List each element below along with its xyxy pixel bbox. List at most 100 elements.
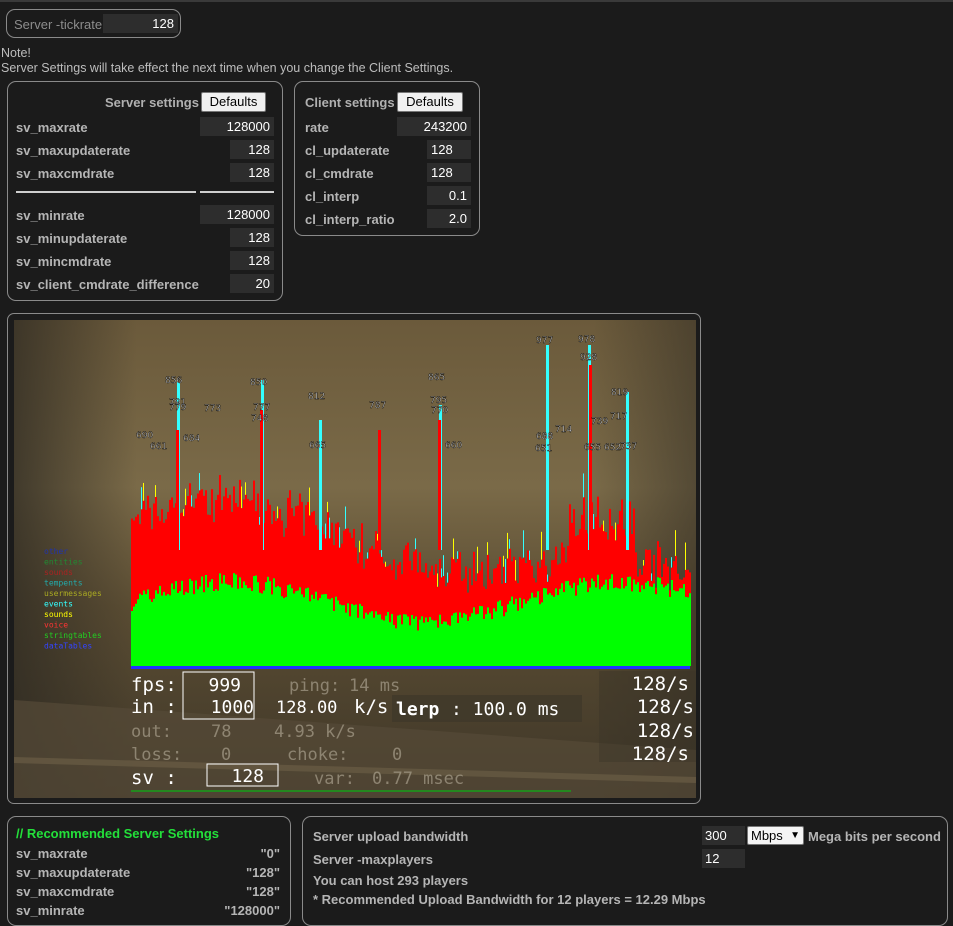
netgraph-legend-item: events (44, 600, 73, 609)
netgraph-peak-label: 773 (204, 404, 221, 414)
recommended-bandwidth-text: * Recommended Upload Bandwidth for 12 pl… (313, 892, 706, 907)
recommended-value-sv-maxcmdrate: "128" (245, 884, 280, 899)
sv-minrate-input[interactable]: 128000 (200, 205, 274, 224)
netgraph-legend-item: stringtables (44, 631, 102, 640)
upload-bandwidth-label: Server upload bandwidth (313, 829, 469, 844)
cl-cmdrate-input[interactable]: 128 (427, 163, 471, 182)
maxplayers-label: Server -maxplayers (313, 852, 433, 867)
cl-updaterate-input[interactable]: 128 (427, 140, 471, 159)
setting-label-sv-maxupdaterate: sv_maxupdaterate (16, 143, 131, 158)
separator-right (200, 191, 274, 193)
sv-minupdaterate-input[interactable]: 128 (230, 228, 274, 247)
recommended-label-sv-minrate: sv_minrate (16, 903, 85, 918)
setting-label-cl-interp: cl_interp (305, 189, 360, 204)
maxplayers-input[interactable]: 12 (702, 849, 745, 868)
netgraph-peak-label: 777 (253, 403, 270, 413)
netgraph-legend-item: voice (44, 621, 68, 630)
fps-value: 999 (208, 675, 241, 696)
bandwidth-unit-description: Mega bits per second (808, 829, 941, 844)
sv-maxcmdrate-input[interactable]: 128 (230, 163, 274, 182)
netgraph-peak-label: 795 (430, 396, 447, 406)
ping-value: 14 ms (349, 676, 400, 696)
loss-label: loss: (131, 745, 182, 765)
netgraph-svg: 856 850812787865977 978928819791779 773 7777… (14, 320, 696, 798)
netgraph-peak-label: 651 (535, 444, 552, 454)
rate-input[interactable]: 243200 (397, 117, 471, 136)
cl-interp-input[interactable]: 0.1 (427, 186, 471, 205)
netgraph-baseline (131, 666, 690, 669)
recommended-title: // Recommended Server Settings (16, 826, 220, 841)
in-kbs-value: 128.00 (276, 698, 337, 718)
netgraph-legend-item: dataTables (44, 642, 92, 651)
var-label: var: (314, 769, 355, 789)
netgraph-legend-item: tempents (44, 579, 83, 588)
netgraph-peak-label: 748 (251, 414, 268, 424)
bandwidth-unit-select[interactable]: Mbps ▼ (747, 826, 804, 845)
setting-label-sv-mincmdrate: sv_mincmdrate (16, 254, 112, 269)
netgraph-peak-label: 856 (165, 376, 182, 386)
setting-label-sv-maxcmdrate: sv_maxcmdrate (16, 166, 115, 181)
out-kbs-value: 4.93 k/s (274, 722, 356, 742)
rate-readout-1: 128/s (632, 673, 689, 695)
setting-label-cl-interp-ratio: cl_interp_ratio (305, 212, 395, 227)
netgraph-peak-label: 819 (611, 388, 628, 398)
bandwidth-unit-value: Mbps (751, 828, 783, 843)
netgraph-peak-label: 655 (584, 443, 601, 453)
netgraph-peak-label: 928 (580, 353, 597, 363)
netgraph-peak-label: 779 (169, 403, 186, 413)
netgraph-peak-label: 652 (604, 443, 621, 453)
lerp-label: lerp (396, 699, 440, 720)
netgraph-peak-label: 717 (610, 412, 627, 422)
tickrate-field-group: Server -tickrate 128 (6, 9, 181, 38)
setting-label-sv-minrate: sv_minrate (16, 208, 85, 223)
netgraph-peak-label: 690 (136, 431, 153, 441)
in-value: 1000 (211, 697, 254, 718)
top-divider (0, 0, 953, 2)
rate-readout-4: 128/s (632, 743, 689, 765)
server-defaults-button[interactable]: Defaults (201, 92, 266, 112)
netgraph-peak-label: 739 (591, 417, 608, 427)
cl-interp-ratio-input[interactable]: 2.0 (427, 209, 471, 228)
netgraph-peak-label: 977 (536, 336, 553, 346)
setting-label-sv-minupdaterate: sv_minupdaterate (16, 231, 128, 246)
tickrate-label: Server -tickrate (14, 17, 103, 32)
note-heading: Note! (1, 46, 31, 60)
rate-readout-3: 128/s (637, 720, 694, 742)
choke-label: choke: (287, 745, 348, 765)
kbs-unit: k/s (354, 696, 388, 718)
client-settings-panel: Client settings Defaults rate 243200 cl_… (294, 81, 480, 236)
netgraph-peak-label: 688 (536, 432, 553, 442)
netgraph-peak-label: 850 (250, 378, 267, 388)
netgraph-peak-label: 661 (150, 442, 167, 452)
netgraph-peak-label: 770 (431, 406, 448, 416)
netgraph-peak-label: 787 (369, 401, 386, 411)
out-value: 78 (211, 722, 231, 742)
client-defaults-button[interactable]: Defaults (397, 92, 463, 112)
client-settings-title: Client settings (305, 95, 395, 110)
sv-mincmdrate-input[interactable]: 128 (230, 251, 274, 270)
ping-label: ping: (289, 676, 340, 696)
netgraph-legend-item: sounds (44, 568, 73, 577)
netgraph-legend-item: other (44, 547, 68, 556)
bandwidth-panel: Server upload bandwidth 300 Mbps ▼ Mega … (302, 816, 948, 926)
loss-value: 0 (221, 745, 231, 765)
setting-label-cl-cmdrate: cl_cmdrate (305, 166, 374, 181)
chevron-down-icon: ▼ (790, 830, 800, 841)
netgraph-peak-label: 665 (309, 441, 326, 451)
setting-label-cl-updaterate: cl_updaterate (305, 143, 390, 158)
netgraph-peak-label: 714 (555, 425, 572, 435)
netgraph-peak-label: 684 (183, 434, 200, 444)
var-value: 0.77 msec (372, 769, 464, 789)
netgraph-peak-label: 812 (308, 392, 325, 402)
sv-client-cmdrate-difference-input[interactable]: 20 (230, 274, 274, 293)
sv-maxupdaterate-input[interactable]: 128 (230, 140, 274, 159)
tickrate-input[interactable]: 128 (103, 14, 178, 33)
sv-maxrate-input[interactable]: 128000 (200, 117, 274, 136)
recommended-value-sv-maxrate: "0" (260, 846, 280, 861)
upload-bandwidth-input[interactable]: 300 (702, 826, 745, 845)
recommended-settings-panel: // Recommended Server Settings sv_maxrat… (7, 816, 291, 926)
rate-readout-2: 128/s (637, 696, 694, 718)
recommended-value-sv-maxupdaterate: "128" (245, 865, 280, 880)
note-text: Note! Server Settings will take effect t… (1, 46, 453, 76)
note-message: Server Settings will take effect the nex… (1, 61, 454, 75)
